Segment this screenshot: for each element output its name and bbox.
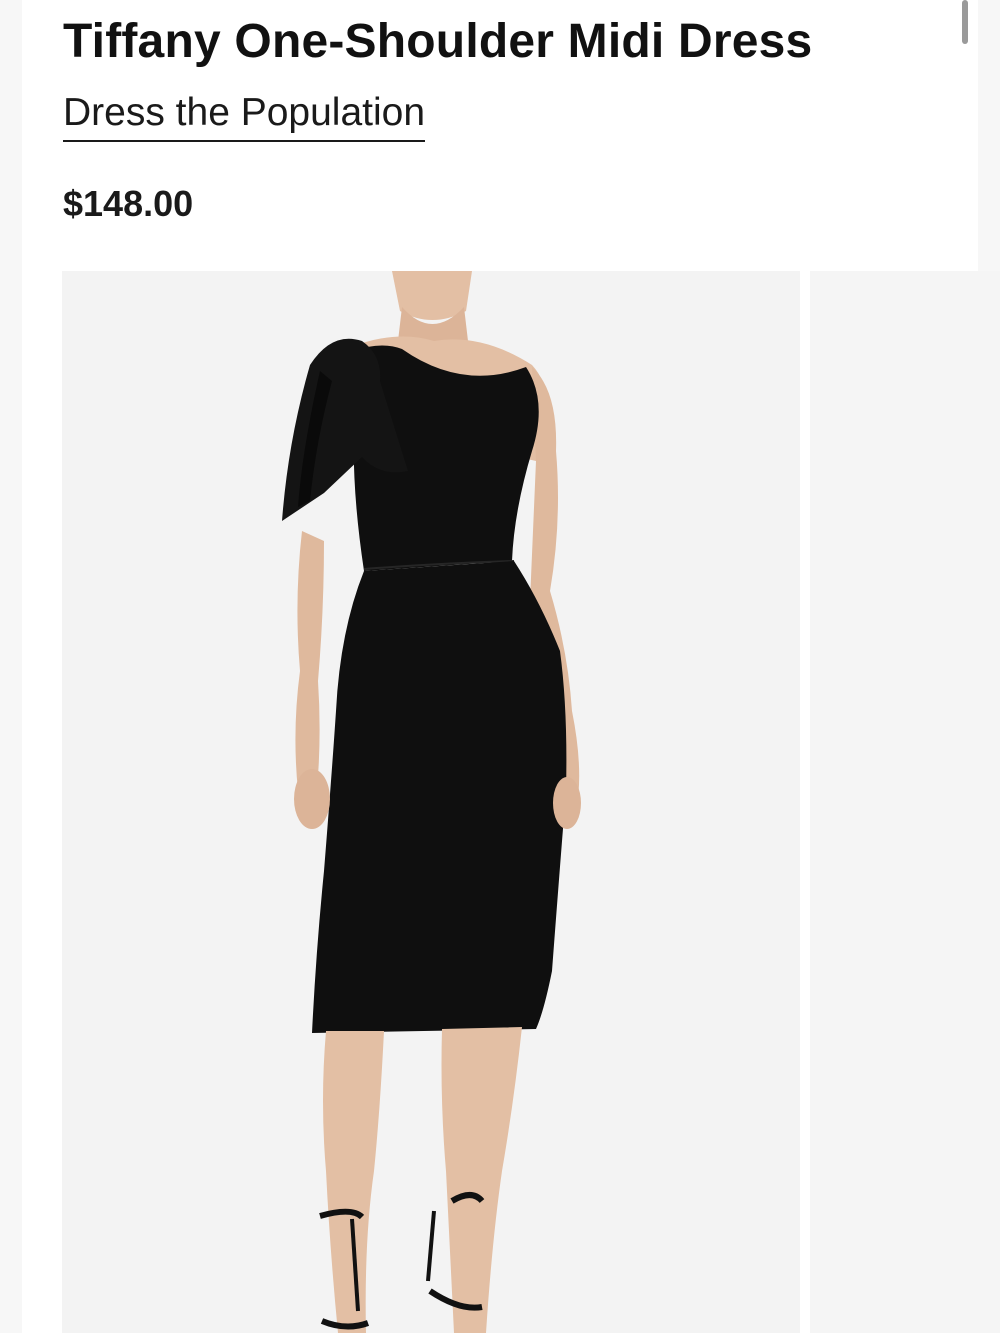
product-image-carousel[interactable] <box>62 271 1000 1333</box>
product-photo-main[interactable] <box>62 271 800 1333</box>
scrollbar-thumb[interactable] <box>962 0 968 44</box>
product-page: Tiffany One-Shoulder Midi Dress Dress th… <box>0 0 1000 1333</box>
brand-link[interactable]: Dress the Population <box>63 88 426 142</box>
product-price: $148.00 <box>63 183 194 224</box>
product-title: Tiffany One-Shoulder Midi Dress <box>63 15 813 68</box>
product-photo-next[interactable] <box>810 271 1000 1333</box>
dress-model-illustration <box>282 271 581 1333</box>
